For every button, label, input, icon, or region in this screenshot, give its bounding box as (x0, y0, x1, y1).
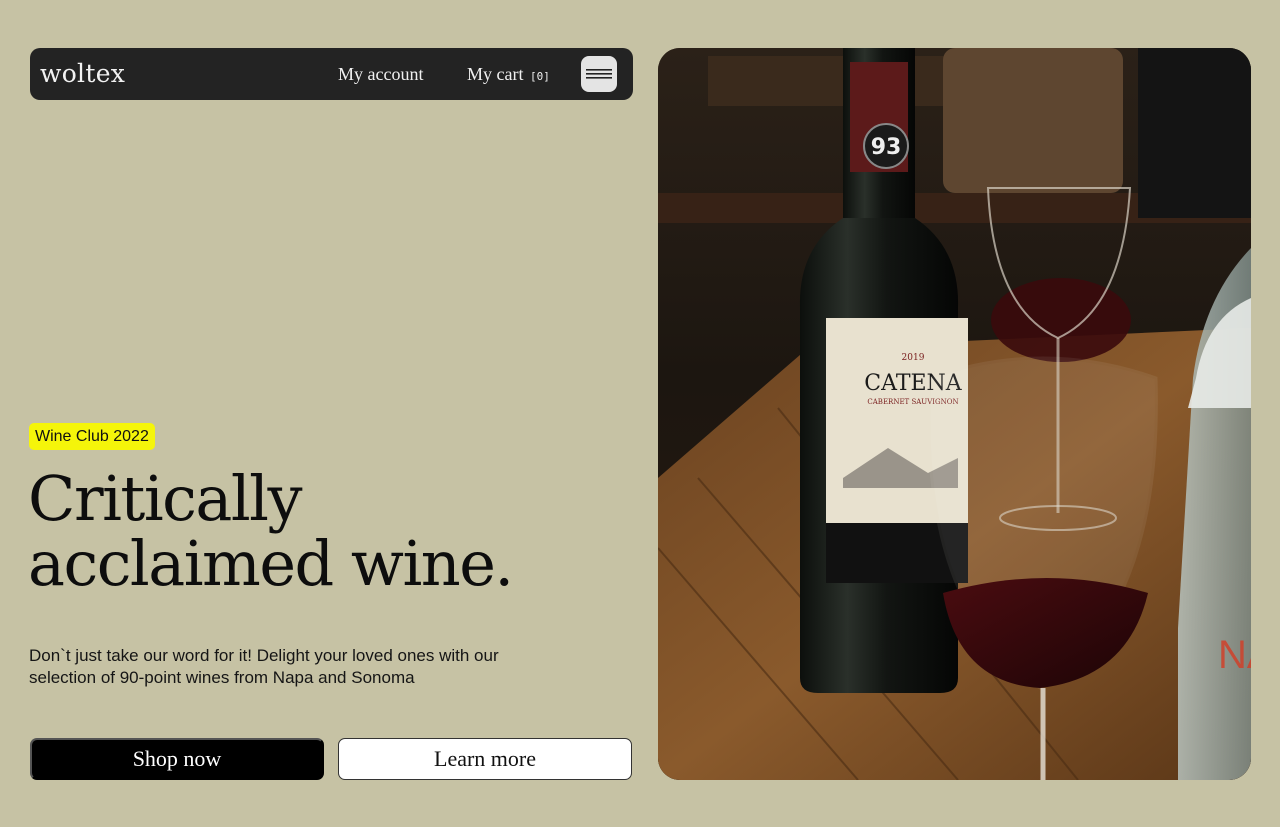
cart-count: [0] (529, 70, 550, 83)
learn-more-button[interactable]: Learn more (338, 738, 632, 780)
shop-now-button[interactable]: Shop now (30, 738, 324, 780)
wine-club-badge: Wine Club 2022 (29, 423, 155, 450)
headline-line-1: Critically (28, 462, 303, 535)
hero-wine-photo: 93 2019 CATENA CABERNET SAUVIGNON NA (658, 48, 1251, 780)
menu-button[interactable] (581, 56, 617, 92)
hamburger-menu-icon (586, 69, 612, 79)
hero-headline: Critically acclaimed wine. (28, 466, 628, 596)
label-year: 2019 (902, 353, 925, 363)
top-navbar: woltex My account My cart [0] (30, 48, 633, 100)
my-account-link[interactable]: My account (338, 64, 423, 85)
brand-logo[interactable]: woltex (40, 59, 125, 88)
score-label: 93 (871, 135, 902, 160)
headline-line-2: acclaimed wine. (28, 527, 514, 600)
my-account-label: My account (338, 64, 424, 84)
hero-description: Don`t just take our word for it! Delight… (29, 646, 499, 687)
my-cart-link[interactable]: My cart [0] (467, 64, 550, 85)
svg-text:NA: NA (1218, 633, 1251, 677)
my-cart-label: My cart (467, 64, 524, 84)
wine-photo-illustration: 93 2019 CATENA CABERNET SAUVIGNON NA (658, 48, 1251, 780)
